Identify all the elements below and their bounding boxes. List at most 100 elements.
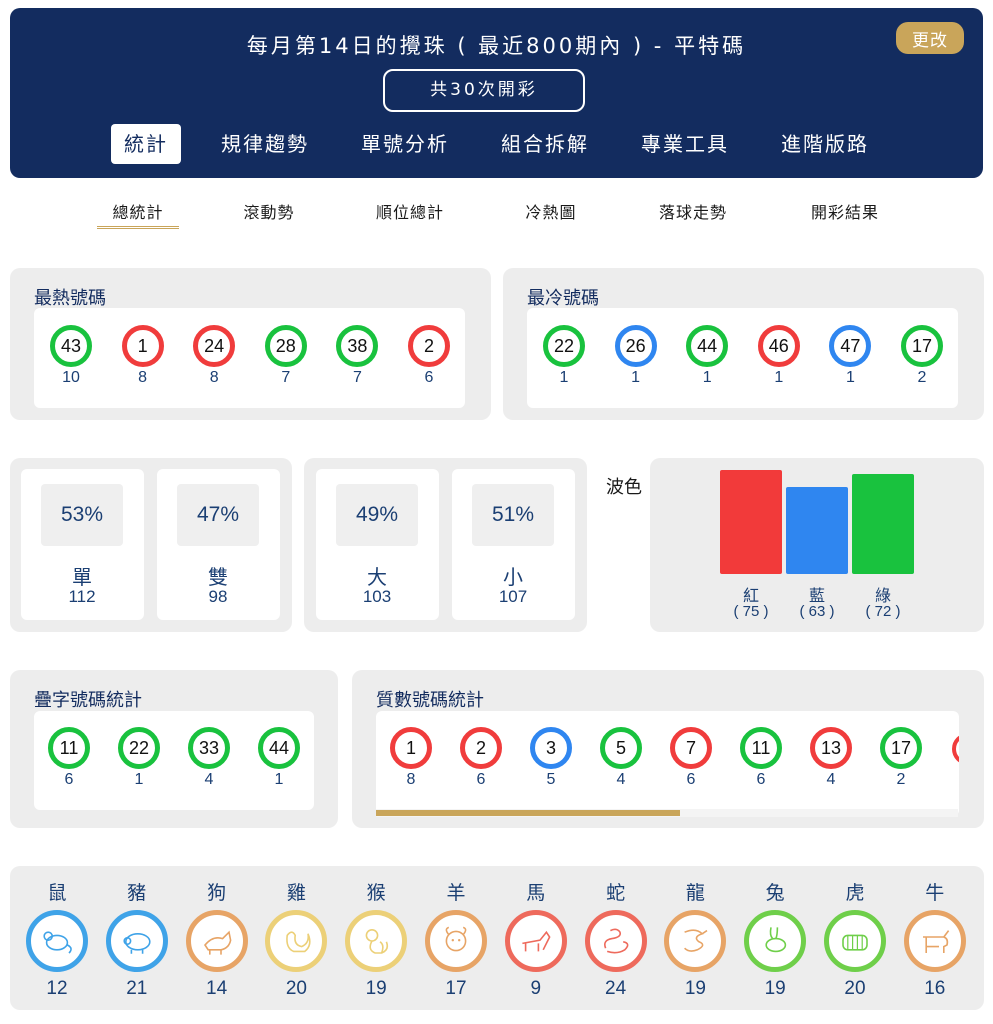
prime-ball-count: 8 <box>406 771 416 788</box>
cold-ball: 46 <box>757 325 800 367</box>
zodiac-item[interactable]: 鼠 12 <box>24 880 90 1000</box>
zodiac-name: 虎 <box>845 882 865 904</box>
cold-ball-item[interactable]: 26 1 <box>611 325 661 387</box>
cold-ball: 26 <box>614 325 657 367</box>
tiger-icon <box>824 910 886 972</box>
prime-ball-item[interactable]: 76 <box>666 727 716 789</box>
cold-ball-count: 1 <box>774 369 784 386</box>
prime-ball-item[interactable]: 17 2 <box>876 727 926 789</box>
cold-ball-item[interactable]: 44 1 <box>682 325 732 387</box>
zodiac-count: 19 <box>365 978 387 999</box>
page-title: 每月第14日的攪珠 ( 最近800期內 ) - 平特碼 <box>246 34 747 58</box>
zodiac-count: 19 <box>764 978 786 999</box>
even-label: 雙 <box>208 565 228 589</box>
cold-ball-count: 1 <box>702 369 712 386</box>
repeat-ball-count: 6 <box>64 771 74 788</box>
hot-ball: 43 <box>50 325 92 367</box>
prime-ball-count: 6 <box>476 771 486 788</box>
repeat-ball-item[interactable]: 44 1 <box>254 727 304 789</box>
zodiac-item[interactable]: 馬9 <box>503 880 569 1000</box>
zodiac-count: 20 <box>844 978 866 999</box>
hot-ball: 38 <box>336 325 379 367</box>
subtab-heatmap[interactable]: 冷熱圖 <box>510 199 592 223</box>
change-button[interactable]: 更改 <box>896 22 964 54</box>
wave-bar-count: ( 72 ) <box>865 603 901 620</box>
prime-ball-item[interactable]: 26 <box>456 727 506 789</box>
hot-ball-item[interactable]: 24 8 <box>189 325 239 387</box>
subtab-rolling[interactable]: 滾動勢 <box>228 199 310 223</box>
tab-combination[interactable]: 組合拆解 <box>490 124 600 164</box>
big-count: 103 <box>362 587 392 606</box>
big-percent: 49% <box>336 484 418 546</box>
subtab-position[interactable]: 順位總計 <box>365 199 455 223</box>
small-label: 小 <box>503 565 523 589</box>
zodiac-item[interactable]: 牛 16 <box>902 880 968 1000</box>
tab-advanced-road[interactable]: 進階版路 <box>770 124 880 164</box>
zodiac-name: 雞 <box>286 882 306 904</box>
pig-icon <box>105 910 168 972</box>
zodiac-item[interactable]: 虎 20 <box>822 880 888 1000</box>
dragon-icon <box>664 910 727 972</box>
repeat-ball-item[interactable]: 33 4 <box>184 727 234 789</box>
prime-ball-item[interactable]: 11 6 <box>736 727 786 789</box>
subtab-ball-trend[interactable]: 落球走勢 <box>648 199 738 223</box>
hot-ball: 1 <box>121 325 164 367</box>
zodiac-item[interactable]: 蛇 24 <box>583 880 649 1000</box>
tab-stats[interactable]: 統計 <box>111 124 181 164</box>
cold-ball-item[interactable]: 46 1 <box>754 325 804 387</box>
repeat-ball: 11 <box>48 727 90 769</box>
hot-ball-item[interactable]: 18 <box>118 325 168 387</box>
wave-bar-count: ( 63 ) <box>799 603 835 620</box>
repeat-ball: 33 <box>188 727 230 769</box>
repeat-ball: 44 <box>258 727 300 769</box>
subtab-overall[interactable]: 總統計 <box>97 199 179 223</box>
repeat-ball-item[interactable]: 11 6 <box>44 727 94 789</box>
zodiac-item[interactable]: 羊 17 <box>423 880 489 1000</box>
cold-ball-count: 1 <box>631 369 641 386</box>
prime-ball-item[interactable]: 18 <box>386 727 436 789</box>
odd-percent: 53% <box>41 484 123 546</box>
zodiac-name: 馬 <box>526 882 546 904</box>
prime-scroll-thumb[interactable] <box>376 810 680 816</box>
zodiac-item[interactable]: 雞 20 <box>263 880 329 1000</box>
zodiac-item[interactable]: 龍 19 <box>662 880 728 1000</box>
cold-ball-item[interactable]: 17 2 <box>897 325 947 387</box>
wave-bar <box>852 474 914 574</box>
zodiac-name: 龍 <box>685 882 705 904</box>
cold-ball-item[interactable]: 22 1 <box>539 325 589 387</box>
prime-ball-count: 6 <box>756 771 766 788</box>
odd-count: 112 <box>68 587 96 606</box>
prime-ball: 1 <box>390 727 432 769</box>
tab-single-analysis[interactable]: 單號分析 <box>350 124 460 164</box>
ox-icon <box>903 910 966 972</box>
cold-ball: 47 <box>829 325 872 367</box>
cold-ball-count: 2 <box>917 369 927 386</box>
prime-numbers-title: 質數號碼統計 <box>376 690 484 711</box>
prime-ball-item[interactable]: 35 <box>526 727 576 789</box>
hot-ball-count: 7 <box>281 369 291 386</box>
hot-ball-item[interactable]: 26 <box>404 325 454 387</box>
tab-pro-tools[interactable]: 專業工具 <box>630 124 740 164</box>
zodiac-item[interactable]: 狗 14 <box>184 880 250 1000</box>
hot-numbers-card <box>34 308 465 408</box>
zodiac-name: 牛 <box>925 882 945 904</box>
rabbit-icon <box>744 910 807 972</box>
hot-ball-item[interactable]: 28 7 <box>261 325 311 387</box>
cold-ball-item[interactable]: 47 1 <box>825 325 875 387</box>
prime-ball: 3 <box>530 727 572 769</box>
hot-ball-count: 6 <box>424 369 434 386</box>
rat-icon <box>26 910 88 972</box>
repeat-ball-item[interactable]: 22 1 <box>114 727 164 789</box>
hot-ball-item[interactable]: 38 7 <box>332 325 382 387</box>
repeat-ball-count: 4 <box>204 771 214 788</box>
zodiac-item[interactable]: 兔 19 <box>742 880 808 1000</box>
tab-patterns[interactable]: 規律趨勢 <box>210 124 320 164</box>
prime-ball-item[interactable]: 54 <box>596 727 646 789</box>
prime-ball-item[interactable]: 13 4 <box>806 727 856 789</box>
zodiac-item[interactable]: 豬 21 <box>104 880 170 1000</box>
repeat-ball-count: 1 <box>134 771 144 788</box>
zodiac-item[interactable]: 猴 19 <box>343 880 409 1000</box>
cold-ball-count: 1 <box>559 369 569 386</box>
subtab-results[interactable]: 開彩結果 <box>800 199 890 223</box>
hot-ball-item[interactable]: 43 10 <box>46 325 96 387</box>
